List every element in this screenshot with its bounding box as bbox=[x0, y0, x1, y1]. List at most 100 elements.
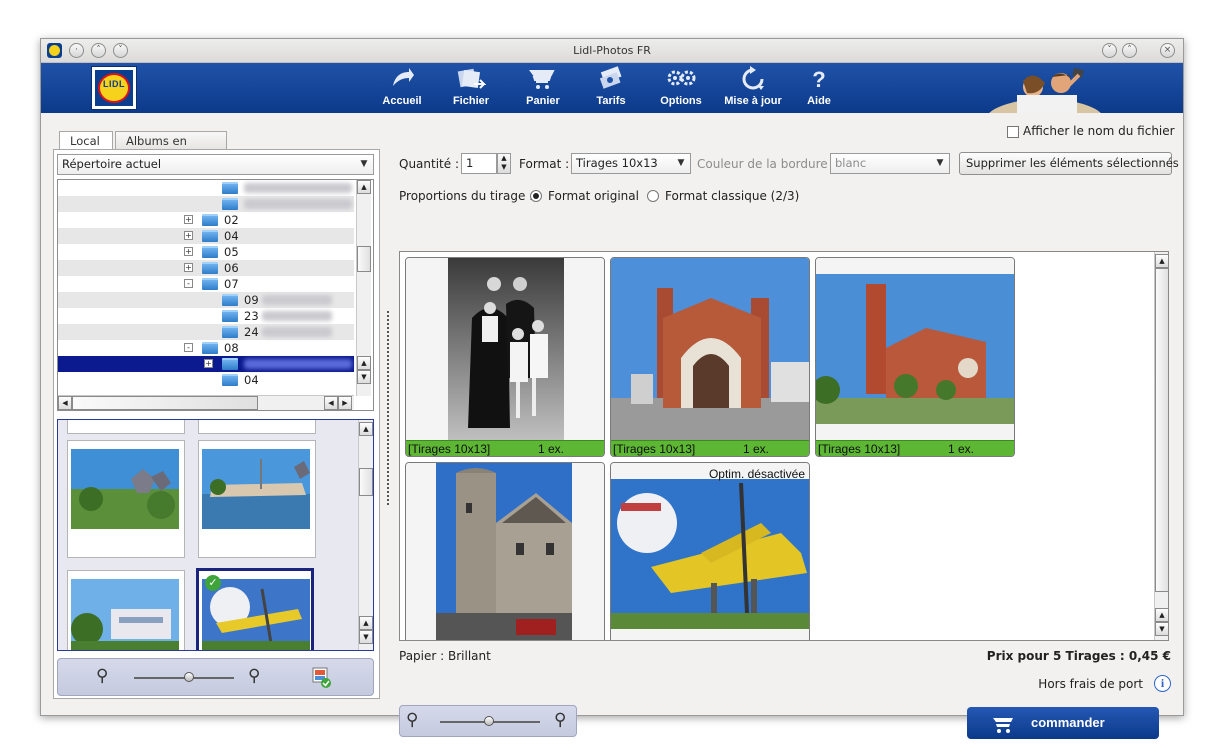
expand-icon[interactable]: + bbox=[184, 247, 193, 256]
expand-icon[interactable]: + bbox=[184, 215, 193, 224]
tree-row-23[interactable]: 23 bbox=[58, 308, 354, 324]
scroll-left-button[interactable]: ◀ bbox=[324, 396, 338, 410]
add-selection-icon[interactable] bbox=[312, 667, 332, 689]
thumbnail-scrollbar[interactable]: ▲ ▲ ▼ bbox=[358, 420, 373, 650]
photo-card[interactable]: [Tirages 10x13] 1 ex. bbox=[405, 257, 605, 457]
toolbar-panier[interactable]: Panier bbox=[521, 66, 565, 112]
zoom-out-icon[interactable]: ⚲ bbox=[96, 666, 108, 686]
toolbar-aide[interactable]: ? Aide bbox=[801, 66, 837, 112]
photo-card[interactable] bbox=[405, 462, 605, 640]
tree-row[interactable] bbox=[58, 180, 354, 196]
zoom-in-icon[interactable]: ⚲ bbox=[248, 666, 260, 686]
blurred-folder-name bbox=[244, 183, 352, 193]
toolbar-options[interactable]: Options bbox=[657, 66, 705, 112]
photo-card[interactable]: [Tirages 10x13] 1 ex. bbox=[815, 257, 1015, 457]
quantity-input[interactable]: 1 bbox=[461, 153, 497, 174]
tree-row[interactable] bbox=[58, 196, 354, 212]
photo-castle-tower bbox=[406, 463, 604, 640]
cart-icon bbox=[993, 718, 1013, 733]
thumbnail-card[interactable] bbox=[198, 420, 316, 434]
photo-church-front bbox=[611, 258, 809, 440]
folder-tree[interactable]: + 02 + 04 + 05 + 06 - 07 09 23 24 - 08 +… bbox=[57, 179, 374, 411]
expand-icon[interactable]: + bbox=[184, 263, 193, 272]
scrollbar-thumb[interactable] bbox=[359, 468, 373, 496]
scrollbar-thumb[interactable] bbox=[357, 246, 371, 272]
thumbnail-browser[interactable]: ✓ ▲ ▲ ▼ bbox=[57, 419, 374, 651]
tree-row-06[interactable]: + 06 bbox=[58, 260, 354, 276]
scroll-up-button[interactable]: ▲ bbox=[359, 422, 373, 436]
toolbar-mise-a-jour[interactable]: Mise à jour bbox=[721, 66, 785, 112]
tab-local[interactable]: Local bbox=[59, 131, 113, 150]
tree-row-24[interactable]: 24 bbox=[58, 324, 354, 340]
tree-row-selected[interactable]: + bbox=[58, 356, 354, 372]
minimize-button[interactable]: ˅ bbox=[1102, 43, 1117, 58]
directory-combo[interactable]: Répertoire actuel ▼ bbox=[57, 154, 374, 175]
maximize-button[interactable]: ˄ bbox=[1122, 43, 1137, 58]
tree-row-04-sub[interactable]: 04 bbox=[58, 372, 354, 388]
scroll-up-button[interactable]: ▲ bbox=[1155, 608, 1168, 622]
tree-row-05[interactable]: + 05 bbox=[58, 244, 354, 260]
photo-grid-scrollbar[interactable]: ▲ ▲ ▼ bbox=[1154, 252, 1168, 640]
zoom-out-icon[interactable]: ⚲ bbox=[406, 710, 418, 730]
info-icon[interactable]: i bbox=[1154, 675, 1171, 692]
quantity-stepper[interactable]: ▲ ▼ bbox=[497, 153, 511, 174]
folder-icon bbox=[222, 198, 238, 210]
tree-vertical-scrollbar[interactable]: ▲ ▲ ▼ bbox=[356, 180, 371, 396]
show-filename-checkbox[interactable] bbox=[1007, 126, 1019, 138]
scroll-down-button[interactable]: ▼ bbox=[357, 370, 371, 384]
photo-card[interactable]: Optim. désactivée bbox=[610, 462, 810, 640]
thumbnail-card[interactable] bbox=[67, 570, 185, 650]
collapse-icon[interactable]: - bbox=[184, 279, 193, 288]
scroll-left-button[interactable]: ◀ bbox=[58, 396, 72, 410]
ratio-classic-radio[interactable] bbox=[647, 190, 659, 202]
scrollbar-thumb[interactable] bbox=[1155, 268, 1168, 592]
folder-icon bbox=[202, 262, 218, 274]
ratio-original-radio[interactable] bbox=[530, 190, 542, 202]
toolbar-label: Accueil bbox=[382, 95, 422, 107]
toolbar-tarifs[interactable]: Tarifs bbox=[589, 66, 633, 112]
scroll-up-button[interactable]: ▲ bbox=[357, 180, 371, 194]
thumbnail-card[interactable] bbox=[67, 440, 185, 558]
toolbar-accueil[interactable]: Accueil bbox=[379, 66, 425, 112]
photo-grid[interactable]: [Tirages 10x13] 1 ex. [Tirages 10x13] 1 … bbox=[399, 251, 1169, 641]
zoom-in-icon[interactable]: ⚲ bbox=[554, 710, 566, 730]
expand-icon[interactable]: + bbox=[204, 359, 213, 368]
thumbnail-card-selected[interactable]: ✓ bbox=[196, 568, 314, 650]
tree-row-09[interactable]: 09 bbox=[58, 292, 354, 308]
delete-selected-button[interactable]: Supprimer les éléments sélectionnés bbox=[959, 152, 1179, 175]
toolbar-fichier[interactable]: Fichier bbox=[447, 66, 495, 112]
collapse-icon[interactable]: - bbox=[184, 343, 193, 352]
cart-icon bbox=[521, 66, 565, 94]
thumbnail-image bbox=[71, 449, 179, 529]
scroll-up-button[interactable]: ▲ bbox=[357, 356, 371, 370]
toolbar-label: Tarifs bbox=[596, 95, 626, 107]
border-color-select[interactable]: blanc ▼ bbox=[830, 153, 950, 174]
zoom-slider-knob[interactable] bbox=[184, 672, 194, 682]
tree-row-02[interactable]: + 02 bbox=[58, 212, 354, 228]
scroll-down-button[interactable]: ▼ bbox=[1155, 622, 1168, 636]
scroll-down-button[interactable]: ▼ bbox=[359, 630, 373, 644]
tab-albums-en-ligne[interactable]: Albums en ligne bbox=[115, 131, 227, 162]
scroll-up-button[interactable]: ▲ bbox=[1155, 254, 1168, 268]
tree-row-07[interactable]: - 07 bbox=[58, 276, 354, 292]
zoom-slider-knob[interactable] bbox=[484, 716, 494, 726]
thumbnail-card[interactable] bbox=[198, 440, 316, 558]
folder-icon bbox=[202, 230, 218, 242]
scroll-up-button[interactable]: ▲ bbox=[359, 616, 373, 630]
tree-horizontal-scrollbar[interactable]: ◀ ◀ ▶ bbox=[58, 395, 354, 410]
format-select[interactable]: Tirages 10x13 ▼ bbox=[571, 153, 691, 174]
scroll-right-button[interactable]: ▶ bbox=[338, 396, 352, 410]
tree-row-04[interactable]: + 04 bbox=[58, 228, 354, 244]
tree-row-08[interactable]: - 08 bbox=[58, 340, 354, 356]
close-button[interactable]: × bbox=[1160, 43, 1175, 58]
photo-card[interactable]: [Tirages 10x13] 1 ex. bbox=[610, 257, 810, 457]
border-color-label: Couleur de la bordure : bbox=[697, 157, 836, 171]
expand-icon[interactable]: + bbox=[184, 231, 193, 240]
panel-splitter[interactable] bbox=[387, 311, 389, 505]
photo-family-portrait bbox=[406, 258, 604, 440]
photo-footer: [Tirages 10x13] 1 ex. bbox=[611, 440, 809, 456]
order-button[interactable]: commander bbox=[967, 707, 1159, 739]
thumbnail-card[interactable] bbox=[67, 420, 185, 434]
toolbar-label: Options bbox=[660, 95, 702, 107]
scrollbar-thumb[interactable] bbox=[72, 396, 258, 410]
